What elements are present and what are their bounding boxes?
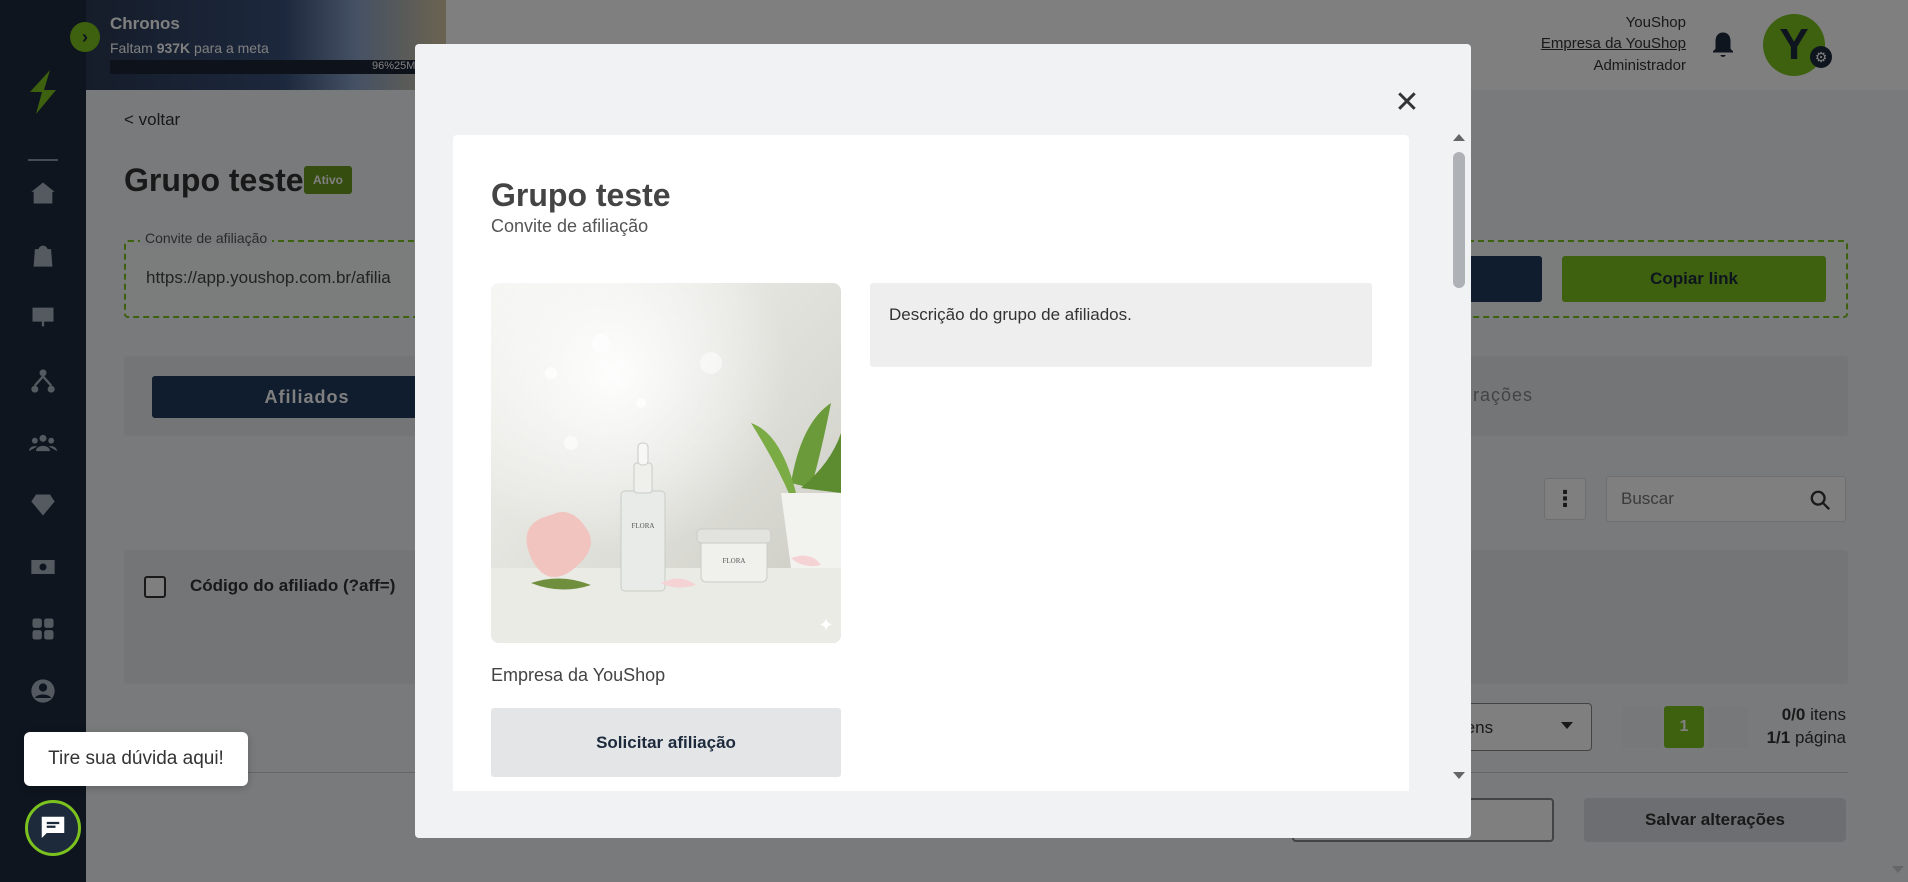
chat-tooltip: Tire sua dúvida aqui!: [24, 732, 248, 786]
modal-company-name: Empresa da YouShop: [491, 665, 666, 685]
flora-label: FLORA: [632, 522, 655, 530]
scroll-up-arrow[interactable]: [1453, 134, 1465, 141]
modal-title: Grupo teste: [491, 177, 671, 213]
chat-button[interactable]: [25, 800, 81, 856]
group-description: Descrição do grupo de afiliados.: [870, 283, 1372, 367]
flora-jar-label: FLORA: [723, 557, 746, 565]
sparkle-icon: ✦: [818, 615, 833, 635]
group-description-text: Descrição do grupo de afiliados.: [889, 305, 1132, 324]
scroll-down-arrow[interactable]: [1453, 772, 1465, 779]
page-scroll-down-arrow[interactable]: [1892, 866, 1904, 873]
chat-icon: [41, 816, 65, 838]
group-image: FLORA FLORA ✦: [491, 283, 841, 643]
close-icon[interactable]: ✕: [1392, 88, 1422, 118]
modal-subtitle: Convite de afiliação: [491, 216, 649, 236]
request-affiliation-button[interactable]: Solicitar afiliação: [491, 708, 841, 777]
modal-scrollbar-thumb[interactable]: [1453, 152, 1465, 288]
